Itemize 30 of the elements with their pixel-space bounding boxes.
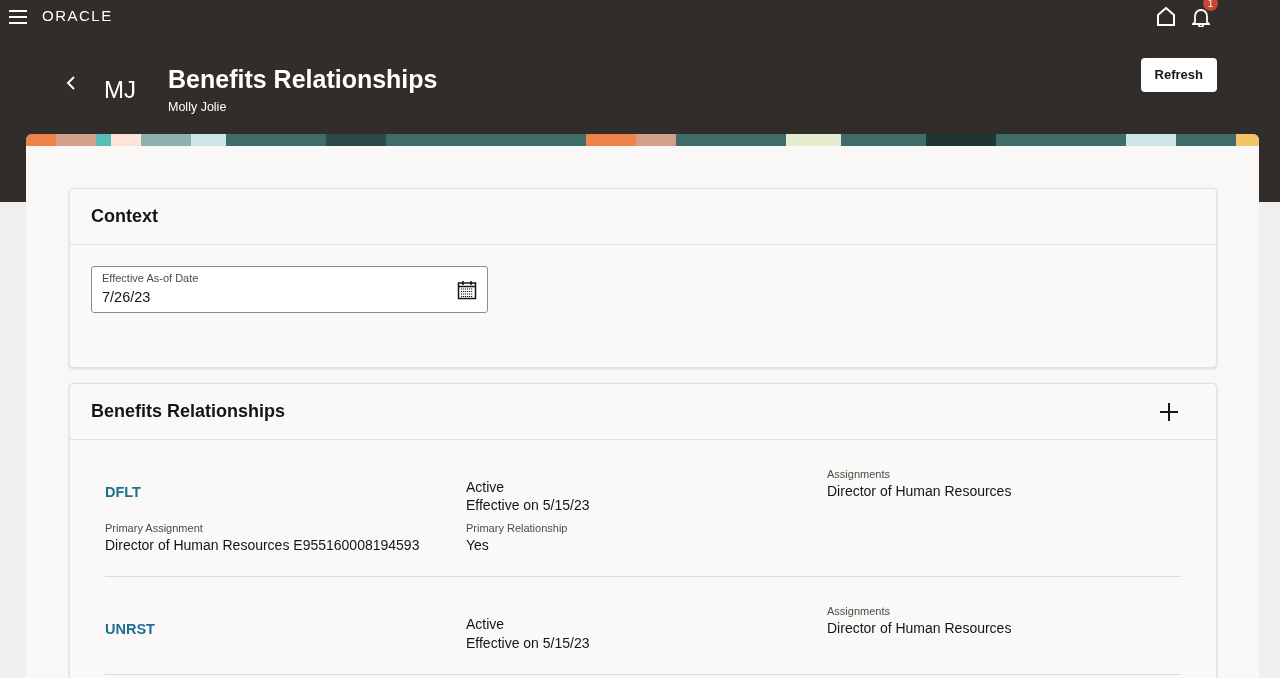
field-value: Yes bbox=[466, 536, 490, 555]
effective-date: Effective on 5/15/23 bbox=[466, 496, 591, 515]
field-label: Primary Assignment bbox=[105, 522, 204, 537]
relationship-link[interactable]: UNRST bbox=[105, 621, 155, 638]
bell-icon bbox=[1192, 7, 1210, 27]
calendar-icon[interactable] bbox=[457, 279, 477, 300]
back-icon bbox=[66, 74, 76, 91]
page-title: Benefits Relationships bbox=[168, 66, 438, 94]
avatar-initials: MJ bbox=[104, 75, 137, 105]
notification-count: 1 bbox=[1203, 0, 1218, 11]
field-value: Director of Human Resources bbox=[827, 619, 1013, 638]
refresh-button[interactable]: Refresh bbox=[1140, 58, 1217, 92]
date-field[interactable]: Effective As-of Date 7/26/23 bbox=[91, 266, 488, 313]
field-label: Assignments bbox=[827, 605, 891, 620]
home-button[interactable] bbox=[1156, 4, 1176, 28]
field-value: Director of Human Resources bbox=[827, 481, 1013, 500]
menu-icon bbox=[8, 8, 28, 25]
home-icon bbox=[1156, 7, 1176, 27]
status-text: Active bbox=[466, 478, 506, 497]
relationship-link[interactable]: DFLT bbox=[105, 484, 141, 500]
field-label: Primary Relationship bbox=[466, 522, 569, 537]
brand-logo[interactable]: ORACLE bbox=[42, 4, 113, 28]
add-icon bbox=[1159, 402, 1179, 423]
person-name: Molly Jolie bbox=[168, 98, 228, 116]
status-text: Active bbox=[466, 615, 506, 634]
effective-date: Effective on 5/15/23 bbox=[466, 633, 591, 652]
section-title: Benefits Relationships bbox=[91, 400, 286, 423]
field-label: Assignments bbox=[827, 468, 891, 482]
field-value: Director of Human Resources E955160008194593 bbox=[105, 536, 421, 555]
section-title: Context bbox=[70, 189, 1216, 245]
